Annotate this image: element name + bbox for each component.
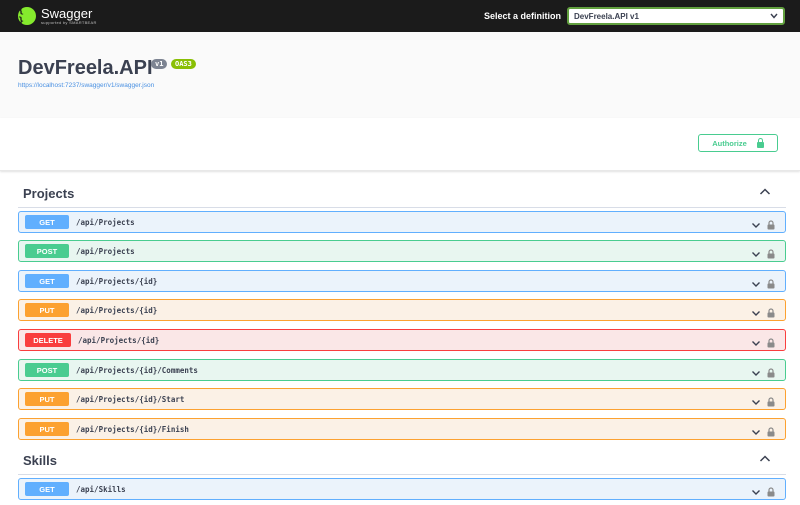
tag-title: Skills <box>23 453 57 468</box>
chevron-up-icon[interactable] <box>758 452 772 466</box>
chevron-down-icon[interactable] <box>751 305 761 316</box>
lock-icon[interactable] <box>767 246 775 259</box>
method-badge: PUT <box>25 392 69 406</box>
definition-selector: Select a definition DevFreela.API v1 <box>484 7 785 25</box>
operation-path: /api/Projects/{id} <box>78 335 160 345</box>
lock-icon[interactable] <box>767 365 775 378</box>
chevron-down-icon[interactable] <box>751 335 761 346</box>
authorize-button[interactable]: Authorize <box>698 134 778 152</box>
scheme-container: Authorize <box>0 118 800 171</box>
logo-title: Swagger <box>41 6 93 21</box>
operation-put[interactable]: PUT/api/Projects/{id} <box>18 299 786 321</box>
lock-icon[interactable] <box>767 305 775 318</box>
tag-title: Projects <box>23 186 75 201</box>
method-badge: DELETE <box>25 333 71 347</box>
operation-get[interactable]: GET/api/Skills <box>18 478 786 500</box>
lock-icon[interactable] <box>767 484 775 497</box>
method-badge: POST <box>25 363 69 377</box>
chevron-down-icon <box>770 12 783 21</box>
operation-path: /api/Skills <box>76 484 126 494</box>
operation-post[interactable]: POST/api/Projects <box>18 240 786 262</box>
chevron-down-icon[interactable] <box>751 394 761 405</box>
operation-path: /api/Projects/{id} <box>76 305 158 315</box>
operation-get[interactable]: GET/api/Projects <box>18 211 786 233</box>
operation-put[interactable]: PUT/api/Projects/{id}/Start <box>18 388 786 410</box>
operation-delete[interactable]: DELETE/api/Projects/{id} <box>18 329 786 351</box>
operation-put[interactable]: PUT/api/Projects/{id}/Finish <box>18 418 786 440</box>
lock-icon[interactable] <box>767 394 775 407</box>
tag-header-skills[interactable]: Skills <box>18 448 786 475</box>
lock-icon <box>756 137 764 148</box>
lock-icon[interactable] <box>767 335 775 348</box>
chevron-down-icon[interactable] <box>751 484 761 495</box>
tag-header-projects[interactable]: Projects <box>18 181 786 208</box>
definition-label: Select a definition <box>483 11 561 21</box>
logo-subtitle: supported by SMARTBEAR <box>41 20 97 25</box>
chevron-down-icon[interactable] <box>751 365 761 376</box>
operation-get[interactable]: GET/api/Projects/{id} <box>18 270 786 292</box>
chevron-down-icon[interactable] <box>751 217 761 228</box>
top-bar: { } Swagger supported by SMARTBEAR Selec… <box>0 0 800 32</box>
method-badge: GET <box>25 482 69 496</box>
operation-path: /api/Projects/{id}/Finish <box>76 424 189 434</box>
chevron-up-icon[interactable] <box>758 185 772 199</box>
method-badge: PUT <box>25 422 69 436</box>
swagger-logo[interactable]: { } Swagger supported by SMARTBEAR <box>18 5 97 27</box>
chevron-down-icon[interactable] <box>751 246 761 257</box>
operation-path: /api/Projects/{id}/Start <box>76 394 185 404</box>
lock-icon[interactable] <box>767 424 775 437</box>
definition-select[interactable]: DevFreela.API v1 <box>567 7 785 25</box>
operation-path: /api/Projects <box>76 246 135 256</box>
lock-icon[interactable] <box>767 217 775 230</box>
version-badge: v1 <box>151 59 168 69</box>
method-badge: PUT <box>25 303 69 317</box>
definition-select-value: DevFreela.API v1 <box>574 11 639 21</box>
swagger-logo-icon: { } <box>18 5 36 27</box>
operation-path: /api/Projects <box>76 217 135 227</box>
authorize-label: Authorize <box>712 138 747 148</box>
method-badge: GET <box>25 274 69 288</box>
operation-post[interactable]: POST/api/Projects/{id}/Comments <box>18 359 786 381</box>
method-badge: POST <box>25 244 69 258</box>
chevron-down-icon[interactable] <box>751 276 761 287</box>
operation-path: /api/Projects/{id} <box>76 276 158 286</box>
chevron-down-icon[interactable] <box>751 424 761 435</box>
swagger-json-link[interactable]: https://localhost:7237/swagger/v1/swagge… <box>18 82 154 89</box>
oas-badge: OAS3 <box>171 59 196 69</box>
api-title: DevFreela.API <box>18 57 153 79</box>
info-section: DevFreela.API v1 OAS3 https://localhost:… <box>0 32 800 118</box>
operation-path: /api/Projects/{id}/Comments <box>76 365 198 375</box>
lock-icon[interactable] <box>767 276 775 289</box>
method-badge: GET <box>25 215 69 229</box>
